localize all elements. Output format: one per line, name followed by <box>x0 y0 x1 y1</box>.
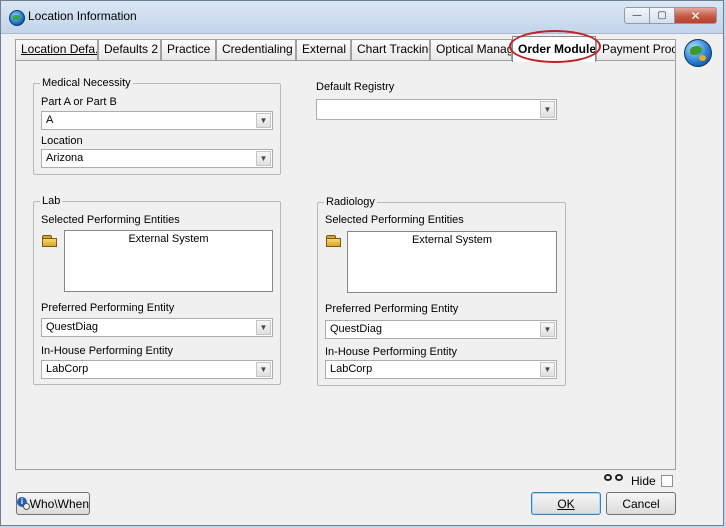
chevron-down-icon[interactable]: ▼ <box>256 362 271 377</box>
location-select[interactable]: Arizona ▼ <box>41 149 273 168</box>
folder-open-icon[interactable] <box>325 233 343 248</box>
title-bar[interactable]: Location Information — ▢ ✕ <box>1 1 723 34</box>
lab-selected-entities-list[interactable]: External System <box>64 230 273 292</box>
hide-label: Hide <box>631 474 656 488</box>
tab-chart-tracking[interactable]: Chart Tracking <box>351 39 430 60</box>
radiology-preferred-entity-label: Preferred Performing Entity <box>325 303 459 315</box>
lab-inhouse-entity-value: LabCorp <box>46 363 89 375</box>
chevron-down-icon[interactable]: ▼ <box>256 113 271 128</box>
ok-label: OK <box>557 496 575 511</box>
window-title: Location Information <box>28 9 137 23</box>
chevron-down-icon[interactable]: ▼ <box>256 320 271 335</box>
chevron-down-icon[interactable]: ▼ <box>540 322 555 337</box>
globe-icon[interactable] <box>684 39 712 67</box>
radiology-inhouse-entity-label: In-House Performing Entity <box>325 346 458 358</box>
cancel-button[interactable]: Cancel <box>606 492 676 515</box>
tab-payment-processing[interactable]: Payment Proc... <box>596 39 676 60</box>
location-information-window: Location Information — ▢ ✕ Location Defa… <box>0 0 724 526</box>
tab-optical-management[interactable]: Optical Manag... <box>430 39 512 60</box>
list-item[interactable]: External System <box>348 234 556 246</box>
hide-checkbox[interactable] <box>661 475 673 487</box>
lab-selected-entities-label: Selected Performing Entities <box>41 214 180 226</box>
minimize-button[interactable]: — <box>624 7 649 24</box>
chevron-down-icon[interactable]: ▼ <box>540 101 555 118</box>
radiology-selected-entities-label: Selected Performing Entities <box>325 214 464 226</box>
who-when-label: Who\When <box>29 496 89 511</box>
default-registry-label: Default Registry <box>316 81 395 93</box>
who-when-button[interactable]: Who\When <box>16 492 90 515</box>
tab-credentialing[interactable]: Credentialing <box>216 39 296 60</box>
lab-inhouse-entity-select[interactable]: LabCorp ▼ <box>41 360 273 379</box>
location-value: Arizona <box>46 152 84 164</box>
radiology-preferred-entity-select[interactable]: QuestDiag ▼ <box>325 320 557 339</box>
close-button[interactable]: ✕ <box>674 7 717 24</box>
folder-open-icon[interactable] <box>41 233 59 248</box>
lab-preferred-entity-select[interactable]: QuestDiag ▼ <box>41 318 273 337</box>
list-item[interactable]: External System <box>65 233 272 245</box>
tab-label: Location Defa... <box>21 42 98 56</box>
radiology-legend: Radiology <box>326 196 375 208</box>
lab-preferred-entity-value: QuestDiag <box>46 321 98 333</box>
caption-buttons: — ▢ ✕ <box>624 7 717 25</box>
glasses-icon <box>604 472 626 484</box>
tab-practice[interactable]: Practice <box>161 39 216 60</box>
radiology-selected-entities-list[interactable]: External System <box>347 231 557 293</box>
tab-external[interactable]: External <box>296 39 351 60</box>
radiology-preferred-entity-value: QuestDiag <box>330 323 382 335</box>
medical-necessity-legend: Medical Necessity <box>42 77 131 89</box>
chevron-down-icon[interactable]: ▼ <box>540 362 555 377</box>
cancel-label: Cancel <box>622 496 660 511</box>
order-module-highlight-circle <box>509 30 601 63</box>
radiology-inhouse-entity-value: LabCorp <box>330 363 373 375</box>
default-registry-select[interactable]: ▼ <box>316 99 557 120</box>
tab-defaults-2[interactable]: Defaults 2 <box>98 39 161 60</box>
lab-legend: Lab <box>42 195 61 207</box>
tab-location-defaults[interactable]: Location Defa... <box>15 39 98 60</box>
info-user-icon <box>17 496 30 511</box>
order-module-panel: Medical Necessity Part A or Part B A ▼ L… <box>15 60 676 470</box>
part-a-or-b-select[interactable]: A ▼ <box>41 111 273 130</box>
part-a-or-b-value: A <box>46 114 54 126</box>
app-globe-icon <box>9 10 25 26</box>
lab-preferred-entity-label: Preferred Performing Entity <box>41 302 175 314</box>
part-a-or-b-label: Part A or Part B <box>41 96 117 108</box>
chevron-down-icon[interactable]: ▼ <box>256 151 271 166</box>
location-label: Location <box>41 135 83 147</box>
ok-button[interactable]: OK <box>531 492 601 515</box>
radiology-inhouse-entity-select[interactable]: LabCorp ▼ <box>325 360 557 379</box>
lab-inhouse-entity-label: In-House Performing Entity <box>41 345 174 357</box>
maximize-button[interactable]: ▢ <box>649 7 674 24</box>
